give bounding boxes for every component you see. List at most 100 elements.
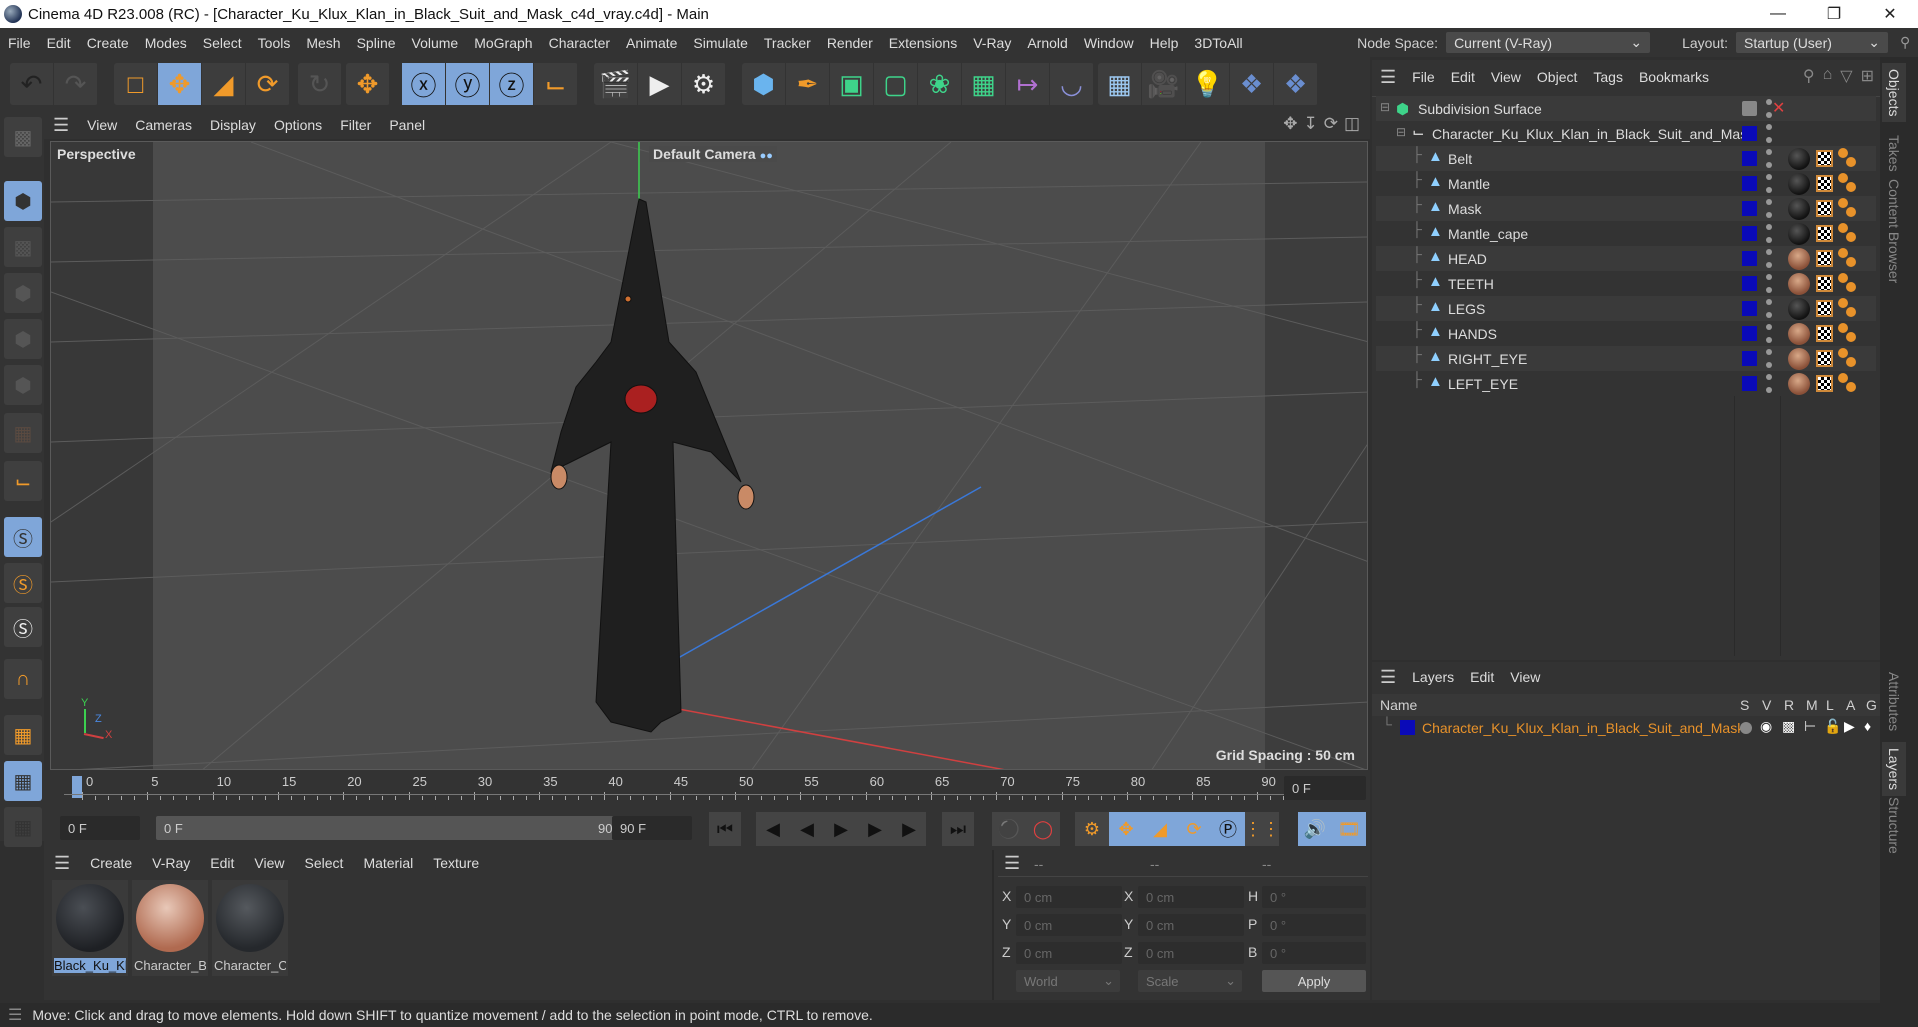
menu-animate[interactable]: Animate — [618, 35, 685, 51]
object-row[interactable]: ├ ▲ HEAD — [1376, 246, 1876, 271]
menu-mesh[interactable]: Mesh — [298, 35, 348, 51]
home-icon[interactable]: ⌂ — [1823, 66, 1833, 86]
tab-objects[interactable]: Objects — [1882, 63, 1906, 123]
move-tool-button[interactable]: ✥ — [158, 63, 202, 105]
object-row[interactable]: ├ ▲ HANDS — [1376, 321, 1876, 346]
layer-color-swatch[interactable] — [1742, 326, 1757, 341]
close-button[interactable]: ✕ — [1862, 0, 1918, 28]
pos-y-field[interactable]: 0 cm — [1016, 914, 1122, 936]
menu-edit[interactable]: Edit — [39, 35, 79, 51]
menu-window[interactable]: Window — [1076, 35, 1142, 51]
subdivision-surface-button[interactable]: ▣ — [830, 63, 874, 105]
snap-mode-button[interactable]: Ⓢ — [4, 563, 42, 603]
previous-frame-button[interactable]: ◀ — [790, 812, 824, 846]
goto-start-button[interactable]: ⏮ — [709, 812, 741, 846]
vray-tag-icon[interactable] — [1838, 223, 1858, 243]
pen-button[interactable]: ✒ — [786, 63, 830, 105]
play-button[interactable]: ▶ — [824, 812, 858, 846]
deformer-button[interactable]: ↦ — [1006, 63, 1050, 105]
point-mode-button[interactable]: ⬢ — [4, 273, 42, 313]
vray-tag-icon[interactable] — [1838, 173, 1858, 193]
undo-button[interactable]: ↶ — [10, 63, 54, 105]
material-tag-icon[interactable] — [1788, 173, 1810, 195]
visibility-dots[interactable] — [1766, 174, 1772, 193]
solo-toggle[interactable] — [1740, 722, 1752, 734]
vray-tag-icon[interactable] — [1838, 348, 1858, 368]
pos-x-field[interactable]: 0 cm — [1016, 886, 1122, 908]
menu-character[interactable]: Character — [541, 35, 618, 51]
uvw-tag-icon[interactable] — [1816, 300, 1833, 317]
material-swatch[interactable]: Black_Ku_Kl — [52, 880, 128, 976]
current-frame-field[interactable]: 0 F — [1284, 776, 1366, 800]
sound-button[interactable]: 🔊 — [1298, 812, 1332, 846]
z-axis-button[interactable]: ⓩ — [490, 63, 534, 105]
make-editable-button[interactable]: ▩ — [4, 117, 42, 157]
viewport-menu-display[interactable]: Display — [201, 117, 265, 133]
magnet-button[interactable]: ∩ — [4, 659, 42, 699]
viewport-menu-view[interactable]: View — [78, 117, 126, 133]
vray-tag-icon[interactable] — [1838, 298, 1858, 318]
search-icon[interactable]: ⚲ — [1900, 34, 1918, 51]
layer-menu-layers[interactable]: Layers — [1404, 669, 1462, 685]
tab-content-browser[interactable]: Content Browser — [1886, 179, 1902, 283]
material-tag-icon[interactable] — [1788, 323, 1810, 345]
snap-settings-button[interactable]: Ⓢ — [4, 607, 42, 647]
edge-mode-button[interactable]: ⬢ — [4, 319, 42, 359]
model-mode-button[interactable]: ⬢ — [4, 181, 42, 221]
hamburger-menu-icon[interactable]: ☰ — [1372, 667, 1404, 688]
transform-mode-select[interactable]: Scale ⌄ — [1138, 970, 1242, 992]
cube-button[interactable]: ⬢ — [742, 63, 786, 105]
manager-hierarchy-icon[interactable]: ⊢ — [1804, 718, 1816, 735]
tab-takes[interactable]: Takes — [1886, 135, 1902, 172]
visibility-dots[interactable] — [1766, 349, 1772, 368]
python-button[interactable]: ❖ — [1230, 63, 1274, 105]
x-axis-button[interactable]: ⓧ — [402, 63, 446, 105]
vray-tag-icon[interactable] — [1838, 198, 1858, 218]
restore-button[interactable]: ❐ — [1806, 0, 1862, 28]
material-tag-icon[interactable] — [1788, 198, 1810, 220]
new-view-icon[interactable]: ⊞ — [1861, 66, 1874, 86]
workplane-button[interactable]: ▦ — [4, 715, 42, 755]
tab-structure[interactable]: Structure — [1886, 797, 1902, 854]
object-menu-object[interactable]: Object — [1529, 69, 1585, 85]
material-tag-icon[interactable] — [1788, 348, 1810, 370]
coordinate-mode-select[interactable]: World ⌄ — [1016, 970, 1120, 992]
goto-end-button[interactable]: ⏭ — [942, 812, 974, 846]
key-rotation-button[interactable]: ⟳ — [1177, 812, 1211, 846]
python-script-button[interactable]: ❖ — [1274, 63, 1318, 105]
uvw-tag-icon[interactable] — [1816, 200, 1833, 217]
light-button[interactable]: 💡 — [1186, 63, 1230, 105]
animation-play-icon[interactable]: ▶ — [1844, 718, 1855, 735]
material-tag-icon[interactable] — [1788, 148, 1810, 170]
visibility-dots[interactable] — [1766, 224, 1772, 243]
key-position-button[interactable]: ✥ — [1109, 812, 1143, 846]
disabled-x-icon[interactable]: ✕ — [1772, 98, 1785, 118]
object-row-subdivision-surface[interactable]: ⊟ ⬢ Subdivision Surface ✕ — [1376, 96, 1876, 121]
size-x-field[interactable]: 0 cm — [1138, 886, 1244, 908]
rotate-tool-button[interactable]: ⟳ — [246, 63, 290, 105]
menu-modes[interactable]: Modes — [137, 35, 195, 51]
material-menu-view[interactable]: View — [244, 855, 294, 871]
move-dropdown-button[interactable]: ✥ — [346, 63, 390, 105]
material-swatch[interactable]: Character_C — [212, 880, 288, 976]
material-menu-select[interactable]: Select — [295, 855, 354, 871]
viewport-menu-cameras[interactable]: Cameras — [126, 117, 201, 133]
render-view-button[interactable]: 🎬 — [594, 63, 638, 105]
menu-tools[interactable]: Tools — [250, 35, 299, 51]
visibility-dots[interactable] — [1766, 274, 1772, 293]
next-frame-button[interactable]: ▶ — [858, 812, 892, 846]
size-y-field[interactable]: 0 cm — [1138, 914, 1244, 936]
pos-z-field[interactable]: 0 cm — [1016, 942, 1122, 964]
visibility-dots[interactable] — [1766, 199, 1772, 218]
object-row-character-group[interactable]: ⊟ ⌙ Character_Ku_Klux_Klan_in_Black_Suit… — [1376, 121, 1876, 146]
viewport-menu-panel[interactable]: Panel — [380, 117, 434, 133]
layer-row[interactable]: └ Character_Ku_Klux_Klan_in_Black_Suit_a… — [1372, 716, 1880, 740]
y-axis-button[interactable]: ⓨ — [446, 63, 490, 105]
hamburger-menu-icon[interactable]: ☰ — [44, 115, 78, 136]
uvw-tag-icon[interactable] — [1816, 325, 1833, 342]
tab-attributes[interactable]: Attributes — [1886, 672, 1902, 731]
timeline-ruler[interactable]: 0 5 10 15 20 25 30 35 40 45 50 55 60 65 70 75 80 85 90 0 F — [44, 770, 1370, 806]
layer-menu-view[interactable]: View — [1502, 669, 1548, 685]
visibility-dots[interactable] — [1766, 374, 1772, 393]
live-selection-button[interactable]: □ — [114, 63, 158, 105]
